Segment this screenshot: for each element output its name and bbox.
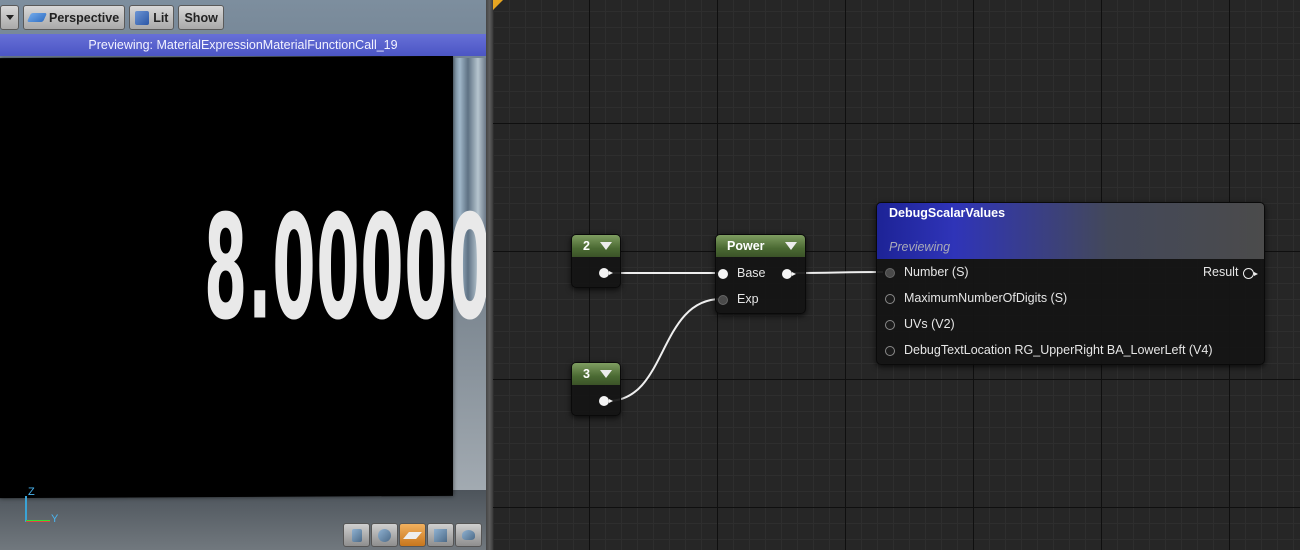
sphere-icon xyxy=(378,528,391,542)
output-pin[interactable] xyxy=(599,268,613,278)
number-input-label: Number (S) xyxy=(904,265,969,279)
z-axis xyxy=(25,496,27,522)
wire-power-to-number xyxy=(793,271,884,274)
viewport-options-dropdown[interactable] xyxy=(0,5,19,30)
uvs-input-pin[interactable] xyxy=(885,320,895,330)
plane-preview-button[interactable] xyxy=(399,523,426,547)
debug-node-title: DebugScalarValues xyxy=(889,206,1006,220)
constant-node-3-header[interactable]: 3 xyxy=(572,363,620,385)
number-input-pin[interactable] xyxy=(885,268,895,278)
power-node[interactable]: Power Base Exp xyxy=(715,234,806,314)
result-output-label: Result xyxy=(1203,265,1239,279)
lit-cube-icon xyxy=(135,10,150,25)
base-input-pin[interactable] xyxy=(718,269,728,279)
debug-text-location-input-pin[interactable] xyxy=(885,346,895,356)
perspective-label: Perspective xyxy=(49,10,120,25)
debug-text-location-input-label: DebugTextLocation RG_UpperRight BA_Lower… xyxy=(904,343,1213,357)
show-label: Show xyxy=(184,10,218,25)
perspective-button[interactable]: Perspective xyxy=(23,5,126,30)
constant-node-2-header[interactable]: 2 xyxy=(572,235,620,257)
material-graph-canvas[interactable]: 2 3 Power Base Exp DebugScalarValues Pre… xyxy=(493,0,1300,550)
z-axis-label: Z xyxy=(28,486,35,498)
previewing-banner: Previewing: MaterialExpressionMaterialFu… xyxy=(0,34,486,56)
constant-value: 2 xyxy=(583,239,590,253)
power-node-header[interactable]: Power xyxy=(716,235,805,257)
x-axis xyxy=(26,520,50,521)
viewport-toolbar: Perspective Lit Show xyxy=(0,5,224,31)
cube-preview-button[interactable] xyxy=(427,523,454,547)
perspective-icon xyxy=(26,13,48,22)
debug-value-text: 8.0000055 xyxy=(204,184,486,352)
debug-scalar-values-node[interactable]: DebugScalarValues Previewing Number (S) … xyxy=(876,202,1265,365)
max-digits-input-label: MaximumNumberOfDigits (S) xyxy=(904,291,1068,305)
panel-splitter[interactable] xyxy=(486,0,493,550)
lit-button[interactable]: Lit xyxy=(129,5,175,30)
custom-mesh-preview-button[interactable] xyxy=(455,523,482,547)
cylinder-icon xyxy=(351,528,362,542)
cylinder-preview-button[interactable] xyxy=(343,523,370,547)
output-pin[interactable] xyxy=(599,396,613,406)
power-output-pin[interactable] xyxy=(782,269,796,279)
base-input-label: Base xyxy=(737,266,766,280)
uvs-input-label: UVs (V2) xyxy=(904,317,955,331)
cube-icon xyxy=(434,528,447,542)
result-output-pin[interactable] xyxy=(1243,268,1258,279)
preview-shape-toolbar xyxy=(343,523,482,547)
constant-value: 3 xyxy=(583,367,590,381)
exp-input-pin[interactable] xyxy=(718,295,728,305)
exp-input-label: Exp xyxy=(737,292,759,306)
teapot-icon xyxy=(462,530,475,540)
plane-icon xyxy=(403,531,422,539)
show-button[interactable]: Show xyxy=(178,5,224,30)
collapse-arrow-icon[interactable] xyxy=(785,242,797,250)
debug-node-header[interactable]: DebugScalarValues Previewing xyxy=(877,203,1264,259)
axis-gizmo: Z Y xyxy=(20,486,70,530)
lit-label: Lit xyxy=(153,10,169,25)
constant-node-2[interactable]: 2 xyxy=(571,234,621,288)
constant-node-3[interactable]: 3 xyxy=(571,362,621,416)
max-digits-input-pin[interactable] xyxy=(885,294,895,304)
debug-node-subtitle: Previewing xyxy=(889,240,951,254)
material-preview-viewport[interactable]: 8.0000055 Perspective Lit Show Previewin… xyxy=(0,0,486,550)
chevron-down-icon xyxy=(5,15,14,20)
collapse-arrow-icon[interactable] xyxy=(600,370,612,378)
power-node-title: Power xyxy=(727,239,765,253)
wire-const3-to-exp xyxy=(607,298,722,402)
y-axis-label: Y xyxy=(51,513,59,525)
collapse-arrow-icon[interactable] xyxy=(600,242,612,250)
sphere-preview-button[interactable] xyxy=(371,523,398,547)
